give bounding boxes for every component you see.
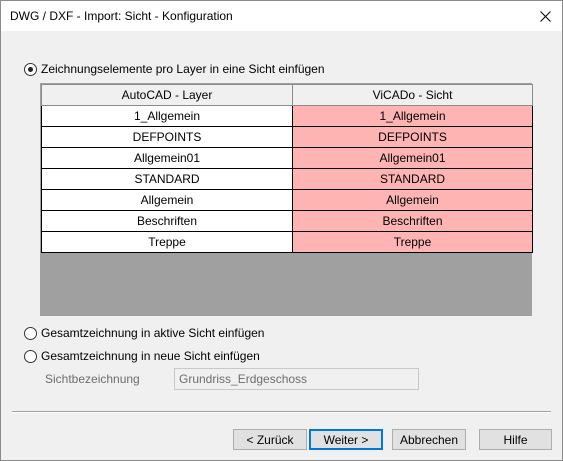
view-cell[interactable]: Allgemein01 — [292, 147, 533, 169]
layer-cell[interactable]: STANDARD — [41, 168, 293, 190]
close-icon — [539, 10, 551, 22]
footer-separator — [12, 411, 551, 413]
layer-cell[interactable]: 1_Allgemein — [41, 105, 293, 127]
table-row: Allgemein Allgemein — [41, 189, 533, 211]
radio-per-layer[interactable] — [24, 62, 37, 76]
option-per-layer-label: Zeichnungselemente pro Layer in eine Sic… — [41, 62, 325, 76]
column-header-vicado-view[interactable]: ViCADo - Sicht — [292, 84, 533, 106]
layer-cell[interactable]: Allgemein01 — [41, 147, 293, 169]
layer-cell[interactable]: Allgemein — [41, 189, 293, 211]
radio-active-view[interactable] — [24, 326, 37, 340]
table-row: Treppe Treppe — [41, 231, 533, 253]
option-active-view-label: Gesamtzeichnung in aktive Sicht einfügen — [41, 326, 265, 340]
window-title: DWG / DXF - Import: Sicht - Konfiguratio… — [10, 9, 233, 23]
help-button[interactable]: Hilfe — [479, 429, 552, 450]
next-button[interactable]: Weiter > — [309, 429, 383, 450]
option-new-view[interactable]: Gesamtzeichnung in neue Sicht einfügen — [24, 348, 260, 364]
view-cell[interactable]: 1_Allgemein — [292, 105, 533, 127]
view-cell[interactable]: Treppe — [292, 231, 533, 253]
layer-mapping-grid: AutoCAD - Layer ViCADo - Sicht 1_Allgeme… — [40, 83, 533, 316]
title-bar: DWG / DXF - Import: Sicht - Konfiguratio… — [1, 1, 562, 31]
table-row: DEFPOINTS DEFPOINTS — [41, 126, 533, 148]
layer-cell[interactable]: Beschriften — [41, 210, 293, 232]
table-row: Allgemein01 Allgemein01 — [41, 147, 533, 169]
close-button[interactable] — [528, 1, 562, 31]
layer-mapping-table: AutoCAD - Layer ViCADo - Sicht 1_Allgeme… — [41, 84, 533, 253]
view-cell[interactable]: STANDARD — [292, 168, 533, 190]
table-row: Beschriften Beschriften — [41, 210, 533, 232]
table-row: 1_Allgemein 1_Allgemein — [41, 105, 533, 127]
radio-new-view[interactable] — [24, 349, 37, 363]
column-header-autocad-layer[interactable]: AutoCAD - Layer — [41, 84, 293, 106]
view-name-label: Sichtbezeichnung — [45, 372, 140, 386]
option-active-view[interactable]: Gesamtzeichnung in aktive Sicht einfügen — [24, 325, 264, 341]
view-cell[interactable]: Beschriften — [292, 210, 533, 232]
table-row: STANDARD STANDARD — [41, 168, 533, 190]
view-name-input[interactable] — [174, 368, 419, 390]
dialog-window: DWG / DXF - Import: Sicht - Konfiguratio… — [0, 0, 563, 461]
table-header-row: AutoCAD - Layer ViCADo - Sicht — [41, 84, 533, 106]
back-button[interactable]: < Zurück — [233, 429, 307, 450]
layer-cell[interactable]: DEFPOINTS — [41, 126, 293, 148]
option-new-view-label: Gesamtzeichnung in neue Sicht einfügen — [41, 349, 260, 363]
layer-cell[interactable]: Treppe — [41, 231, 293, 253]
cancel-button[interactable]: Abbrechen — [392, 429, 466, 450]
view-cell[interactable]: DEFPOINTS — [292, 126, 533, 148]
view-cell[interactable]: Allgemein — [292, 189, 533, 211]
option-per-layer[interactable]: Zeichnungselemente pro Layer in eine Sic… — [24, 61, 325, 77]
